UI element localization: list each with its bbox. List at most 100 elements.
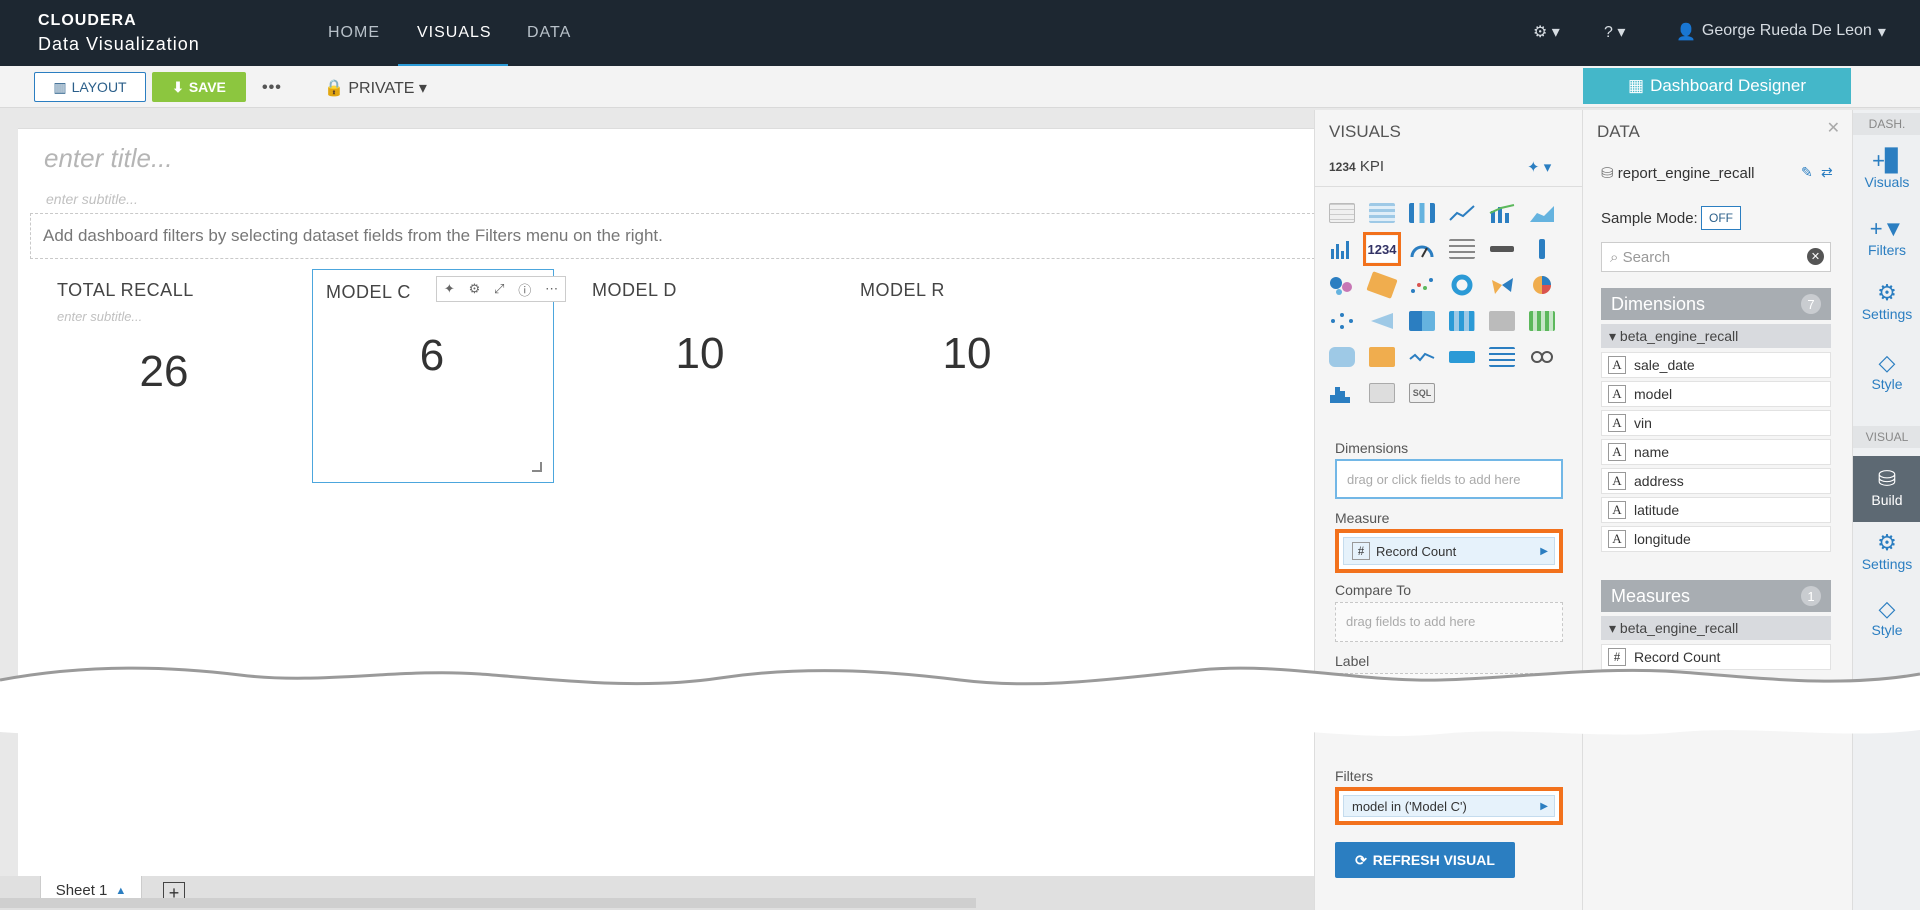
cross-tab-chart-icon[interactable] — [1367, 200, 1397, 226]
data-panel-title: DATA — [1597, 122, 1640, 141]
action-button-icon[interactable] — [1447, 344, 1477, 370]
filters-shelf[interactable]: model in ('Model C') ▶ — [1335, 787, 1563, 825]
sparkle-icon[interactable]: ✦ ▾ — [1527, 158, 1551, 176]
info-icon[interactable]: ⓘ — [518, 280, 531, 299]
visual-type-selector[interactable]: 1234 KPI — [1329, 158, 1384, 175]
funnel-chart-icon[interactable] — [1367, 308, 1397, 334]
dimensions-shelf[interactable]: drag or click fields to add here — [1335, 459, 1563, 499]
sparkle-icon[interactable]: ✦ — [444, 281, 455, 297]
resize-handle[interactable] — [532, 462, 542, 472]
nav-home[interactable]: HOME — [328, 24, 380, 42]
user-menu[interactable]: 👤 George Rueda De Leon ▾ — [1676, 22, 1886, 42]
dimension-field[interactable]: Asale_date — [1601, 352, 1831, 378]
dimension-field[interactable]: Alatitude — [1601, 497, 1831, 523]
gear-icon[interactable]: ⚙ — [469, 281, 481, 297]
refresh-visual-button[interactable]: ⟳ REFRESH VISUAL — [1335, 842, 1515, 878]
stacked-bar-chart-icon[interactable] — [1407, 200, 1437, 226]
privacy-dropdown[interactable]: 🔒 PRIVATE ▾ — [324, 78, 427, 98]
dashboard-filter-area[interactable]: Add dashboard filters by selecting datas… — [30, 213, 1330, 259]
field-label: model — [1634, 386, 1673, 402]
map-chart-icon[interactable] — [1327, 344, 1357, 370]
rich-text-icon[interactable] — [1487, 344, 1517, 370]
measure-field-pill[interactable]: Record Count — [1376, 544, 1456, 559]
sql-chart-icon[interactable]: SQL — [1407, 380, 1437, 406]
help-menu[interactable]: ? ▾ — [1604, 22, 1625, 42]
list-chart-icon[interactable] — [1447, 236, 1477, 262]
sparkline-chart-icon[interactable] — [1407, 344, 1437, 370]
dashboard-title-input[interactable]: enter title... — [44, 143, 173, 174]
packed-bubbles-vertical-icon[interactable] — [1527, 236, 1557, 262]
dimensions-section-header[interactable]: Dimensions 7 — [1601, 288, 1831, 320]
sample-mode-toggle[interactable]: OFF — [1701, 206, 1741, 230]
dimension-field[interactable]: Avin — [1601, 410, 1831, 436]
visuals-panel-title: VISUALS — [1329, 122, 1401, 141]
change-dataset-icon[interactable]: ⇄ — [1821, 164, 1833, 181]
combo-chart-icon[interactable] — [1487, 200, 1517, 226]
histogram-chart-icon[interactable] — [1327, 380, 1357, 406]
filters-shelf-label: Filters — [1335, 768, 1374, 784]
close-icon[interactable]: ✕ — [1827, 118, 1840, 138]
nav-visuals[interactable]: VISUALS — [417, 24, 492, 42]
interactive-map-icon[interactable] — [1367, 344, 1397, 370]
rail-visuals[interactable]: +▊ Visuals — [1853, 148, 1920, 190]
expand-icon[interactable]: ⤢ — [494, 281, 504, 297]
compare-shelf-label: Compare To — [1335, 582, 1412, 598]
dimension-field[interactable]: Amodel — [1601, 381, 1831, 407]
more-options-button[interactable]: ••• — [262, 79, 282, 97]
calendar-heatmap-icon[interactable] — [1527, 308, 1557, 334]
save-button[interactable]: ⬇ SAVE — [152, 72, 246, 102]
dashboard-designer-button[interactable]: ▦ Dashboard Designer — [1583, 68, 1851, 104]
layout-button[interactable]: ▥ LAYOUT — [34, 72, 146, 102]
rail-visual-settings[interactable]: ⚙ Settings — [1853, 530, 1920, 572]
bullet-chart-icon[interactable] — [1487, 236, 1517, 262]
caret-right-icon[interactable]: ▶ — [1540, 546, 1548, 557]
pie-chart-icon[interactable] — [1527, 272, 1557, 298]
measure-shelf[interactable]: # Record Count ▶ — [1335, 529, 1563, 573]
field-label: name — [1634, 444, 1670, 460]
rail-build[interactable]: ⛁ Build — [1853, 456, 1920, 522]
correlation-chart-icon[interactable] — [1487, 308, 1517, 334]
text-type-icon: A — [1608, 501, 1626, 519]
rail-filters[interactable]: +▼ Filters — [1853, 216, 1920, 258]
donut-chart-icon[interactable] — [1447, 272, 1477, 298]
rail-settings[interactable]: ⚙ Settings — [1853, 280, 1920, 322]
line-chart-icon[interactable] — [1447, 200, 1477, 226]
scatter-chart-icon[interactable] — [1407, 272, 1437, 298]
rail-visual-style[interactable]: ◇ Style — [1853, 596, 1920, 638]
layout-icon: ▥ — [53, 78, 67, 95]
word-cloud-icon[interactable] — [1366, 271, 1398, 299]
field-search-input[interactable]: ⌕ Search ✕ — [1601, 242, 1831, 272]
measures-section-header[interactable]: Measures 1 — [1601, 580, 1831, 612]
dashboard-subtitle-input[interactable]: enter subtitle... — [46, 191, 138, 207]
table-chart-icon[interactable] — [1327, 200, 1357, 226]
packed-bubbles-icon[interactable] — [1327, 272, 1357, 298]
bar-chart-icon[interactable] — [1327, 236, 1357, 262]
measure-group[interactable]: ▾ beta_engine_recall — [1601, 616, 1831, 640]
brand[interactable]: CLOUDERA Data Visualization — [38, 12, 200, 55]
heatmap-chart-icon[interactable] — [1447, 308, 1477, 334]
kpi-chart-icon[interactable]: 1234 — [1363, 232, 1401, 266]
radial-chart-icon[interactable] — [1487, 272, 1517, 298]
filter-field-pill[interactable]: model in ('Model C') — [1352, 799, 1467, 814]
caret-up-icon[interactable]: ▲ — [115, 885, 126, 897]
horizontal-scrollbar[interactable] — [0, 898, 976, 908]
edit-dataset-icon[interactable]: ✎ — [1801, 164, 1813, 181]
treemap-chart-icon[interactable] — [1407, 308, 1437, 334]
network-chart-icon[interactable] — [1327, 308, 1357, 334]
clear-search-icon[interactable]: ✕ — [1807, 248, 1824, 265]
more-icon[interactable]: ⋯ — [545, 281, 558, 297]
kpi-subtitle-input[interactable]: enter subtitle... — [57, 309, 142, 324]
settings-menu[interactable]: ⚙ ▾ — [1533, 22, 1560, 42]
nav-data[interactable]: DATA — [527, 24, 571, 42]
area-chart-icon[interactable] — [1527, 200, 1557, 226]
chord-chart-icon[interactable] — [1527, 344, 1557, 370]
dimension-field[interactable]: Aname — [1601, 439, 1831, 465]
dimension-group[interactable]: ▾ beta_engine_recall — [1601, 324, 1831, 348]
gauge-chart-icon[interactable] — [1407, 236, 1437, 262]
rail-style[interactable]: ◇ Style — [1853, 350, 1920, 392]
caret-right-icon[interactable]: ▶ — [1540, 801, 1548, 812]
dimension-field[interactable]: Alongitude — [1601, 526, 1831, 552]
dimension-field[interactable]: Aaddress — [1601, 468, 1831, 494]
extension-chart-icon[interactable] — [1367, 380, 1397, 406]
compare-to-shelf[interactable]: drag fields to add here — [1335, 602, 1563, 642]
